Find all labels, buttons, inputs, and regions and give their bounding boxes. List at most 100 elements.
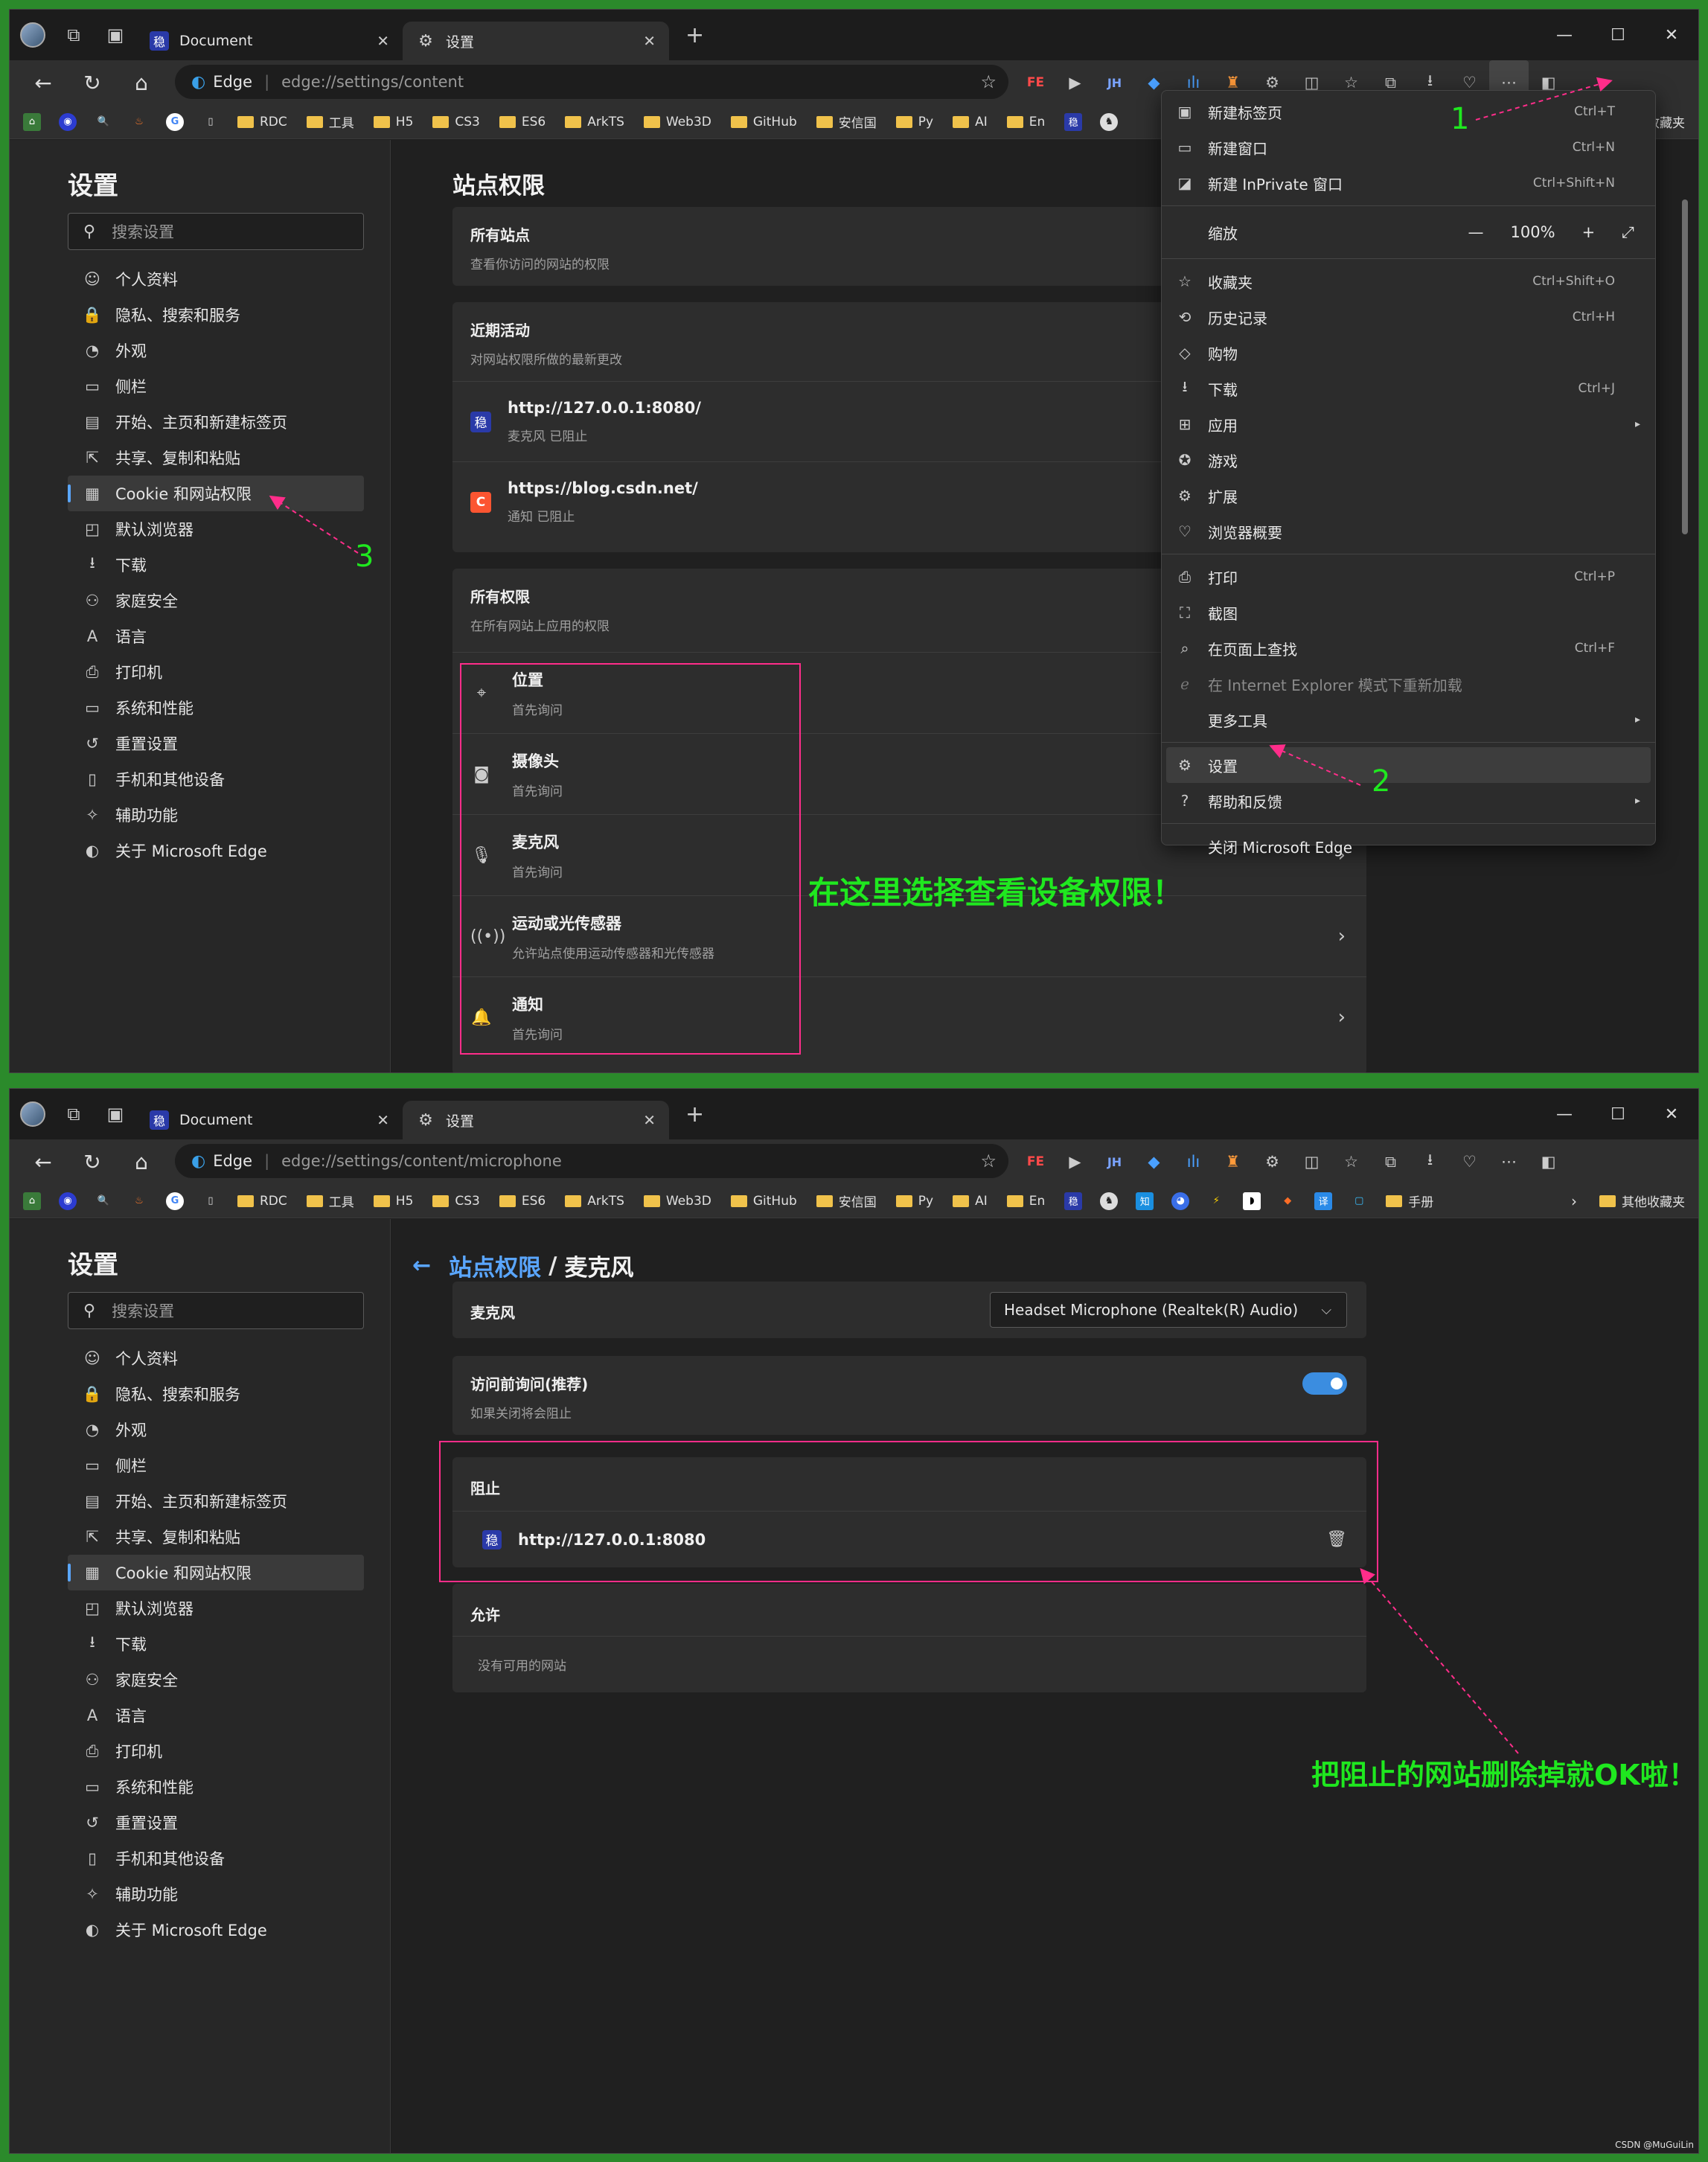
sidebar-item-language[interactable]: A 语言 — [68, 1698, 364, 1733]
sidebar-item-start[interactable]: ▤ 开始、主页和新建标签页 — [68, 1483, 364, 1519]
zhihu-icon[interactable]: 知 — [1136, 1192, 1154, 1210]
sidebar-item-privacy[interactable]: 🔒 隐私、搜索和服务 — [68, 1376, 364, 1412]
bookmark-favicon-icon[interactable]: ◉ — [59, 1192, 77, 1210]
bookmark-folder[interactable]: GitHub — [730, 1193, 797, 1209]
bookmark-folder[interactable]: AI — [953, 1194, 988, 1209]
sidebar-item-label: 手机和其他设备 — [115, 1850, 225, 1868]
tab-label: Document — [179, 1112, 253, 1128]
puzzle-extensions-icon[interactable]: ⚙ — [1253, 1139, 1292, 1184]
sidebar-item-accessibility[interactable]: ✧ 辅助功能 — [68, 1876, 364, 1912]
workspaces-icon[interactable]: ⧉ — [53, 1089, 95, 1139]
settings-title: 设置 — [68, 1250, 118, 1280]
folder-icon — [1006, 1194, 1023, 1207]
jh-extension-icon[interactable]: JH — [1095, 1139, 1134, 1184]
annotation-arrows — [269, 77, 1613, 786]
back-arrow-icon[interactable]: ← — [19, 1139, 68, 1184]
folder-icon — [306, 1194, 323, 1207]
bookmark-folder-label: GitHub — [752, 1193, 797, 1209]
more-menu-icon[interactable]: ⋯ — [1489, 1139, 1529, 1184]
new-tab-button[interactable]: + — [685, 1101, 704, 1128]
bookmark-folder-label: AI — [975, 1193, 988, 1209]
close-icon[interactable]: ✕ — [377, 1111, 389, 1129]
bookmark-folder-label: Py — [918, 1193, 934, 1209]
tab-document[interactable]: 稳 Document ✕ — [136, 1101, 403, 1139]
diamond-extension-icon[interactable]: ◆ — [1134, 1139, 1174, 1184]
sidebar-item-default-browser[interactable]: ◰ 默认浏览器 — [68, 1590, 364, 1626]
bookmark-folder[interactable]: ES6 — [499, 1194, 546, 1209]
favorite-star-icon[interactable]: ☆ — [980, 1151, 997, 1171]
sidebar-item-label: 侧栏 — [115, 1457, 147, 1475]
folder-icon — [1599, 1194, 1616, 1207]
bookmark-folder[interactable]: En — [1006, 1194, 1045, 1209]
sidebar-item-cookies[interactable]: ▦ Cookie 和网站权限 — [68, 1555, 364, 1590]
split-screen-icon[interactable]: ◫ — [1292, 1139, 1331, 1184]
download-icon[interactable]: ⭳ — [1410, 1139, 1450, 1184]
bookmark-folder[interactable]: CS3 — [432, 1194, 480, 1209]
maximize-button[interactable]: ☐ — [1591, 1089, 1645, 1139]
play-extension-icon[interactable]: ▶ — [1055, 1139, 1095, 1184]
profile-avatar[interactable] — [20, 1101, 45, 1127]
sidebar-item-sidebar[interactable]: ▭ 侧栏 — [68, 1448, 364, 1483]
bookmark-folder[interactable]: 工具 — [306, 1192, 354, 1210]
appearance-icon: ◔ — [85, 1421, 100, 1439]
bookmark-folder[interactable]: ArkTS — [565, 1194, 624, 1209]
address-url[interactable]: edge://settings/content/microphone — [281, 1152, 562, 1170]
translate-icon[interactable]: 译 — [1314, 1192, 1333, 1210]
search-icon: ⚲ — [83, 1301, 96, 1320]
address-bar[interactable]: ◐ Edge | edge://settings/content/microph… — [175, 1144, 1008, 1178]
bookmark-favicon-icon[interactable]: ⌂ — [23, 1192, 41, 1210]
bookmark-folder[interactable]: Py — [895, 1193, 934, 1209]
bookmark-folder[interactable]: Web3D — [643, 1194, 711, 1209]
google-icon[interactable]: G — [166, 1192, 184, 1210]
lightning-icon[interactable]: ⚡ — [1207, 1192, 1225, 1210]
bookmark-favicon-icon[interactable]: ♞ — [1100, 1192, 1119, 1210]
minimize-button[interactable]: — — [1538, 1089, 1591, 1139]
bookmark-favicon-icon[interactable]: 稳 — [1064, 1192, 1083, 1210]
bookmark-favicon-icon[interactable]: ◗ — [1243, 1192, 1261, 1210]
annotation-arrow — [1360, 1567, 1519, 1754]
bookmark-favicon-icon[interactable]: ♨ — [130, 1192, 148, 1210]
settings-search-input[interactable]: ⚲ 搜索设置 — [68, 1292, 364, 1329]
sidebar-item-label: 系统和性能 — [115, 1779, 193, 1797]
bookmark-search-icon[interactable]: 🔍 — [95, 1192, 112, 1210]
home-icon[interactable]: ⌂ — [117, 1139, 166, 1184]
collections-icon[interactable]: ⧉ — [1371, 1139, 1410, 1184]
bookmark-folder-label: 安信国 — [838, 1195, 877, 1210]
reset-icon: ↺ — [86, 1814, 99, 1832]
sidebar-item-printers[interactable]: ⎙ 打印机 — [68, 1733, 364, 1769]
sidebar-item-profile[interactable]: ☺ 个人资料 — [68, 1340, 364, 1376]
printer-icon: ⎙ — [86, 1742, 99, 1760]
search-placeholder: 搜索设置 — [112, 1302, 175, 1320]
bilibili-icon[interactable]: ▢ — [1350, 1192, 1368, 1210]
page-icon[interactable]: ▯ — [202, 1192, 220, 1210]
close-window-button[interactable]: ✕ — [1645, 1089, 1698, 1139]
bookmark-folder[interactable]: RDC — [237, 1194, 287, 1209]
bookmark-folder[interactable]: H5 — [373, 1194, 413, 1209]
tab-settings[interactable]: ⚙ 设置 ✕ — [403, 1101, 669, 1139]
chevron-right-icon[interactable]: › — [1571, 1192, 1577, 1210]
sidebar-item-family[interactable]: ⚇ 家庭安全 — [68, 1662, 364, 1698]
fe-extension-icon[interactable]: FE — [1016, 1139, 1055, 1184]
other-favorites[interactable]: › 其他收藏夹 — [1571, 1192, 1685, 1211]
bookmark-favicon-icon[interactable]: ◕ — [1171, 1192, 1190, 1210]
sidebar-item-phone[interactable]: ▯ 手机和其他设备 — [68, 1840, 364, 1876]
sidebar-item-share[interactable]: ⇱ 共享、复制和粘贴 — [68, 1519, 364, 1555]
sidebar-item-downloads[interactable]: ⭳ 下载 — [68, 1626, 364, 1662]
gitlab-icon[interactable]: ◆ — [1279, 1192, 1296, 1210]
tab-actions-icon[interactable]: ▣ — [95, 1089, 136, 1139]
refresh-icon[interactable]: ↻ — [68, 1139, 117, 1184]
sidebar-toggle-icon[interactable]: ◧ — [1529, 1139, 1568, 1184]
chart-extension-icon[interactable]: ılı — [1174, 1139, 1213, 1184]
bookmark-folder[interactable]: 安信国 — [816, 1192, 877, 1210]
bookmark-folder-label: ES6 — [521, 1193, 546, 1209]
favorites-icon[interactable]: ☆ — [1331, 1139, 1371, 1184]
bookmark-folder[interactable]: 手册 — [1386, 1192, 1433, 1210]
close-icon[interactable]: ✕ — [643, 1111, 656, 1129]
sidebar-item-system[interactable]: ▭ 系统和性能 — [68, 1769, 364, 1805]
helmet-extension-icon[interactable]: ♜ — [1213, 1139, 1253, 1184]
sidebar-item-about[interactable]: ◐ 关于 Microsoft Edge — [68, 1912, 364, 1948]
sidebar-item-reset[interactable]: ↺ 重置设置 — [68, 1805, 364, 1840]
sidebar-item-appearance[interactable]: ◔ 外观 — [68, 1412, 364, 1448]
annotation-number-2: 2 — [1372, 764, 1391, 799]
heart-pulse-icon[interactable]: ♡ — [1450, 1139, 1489, 1184]
